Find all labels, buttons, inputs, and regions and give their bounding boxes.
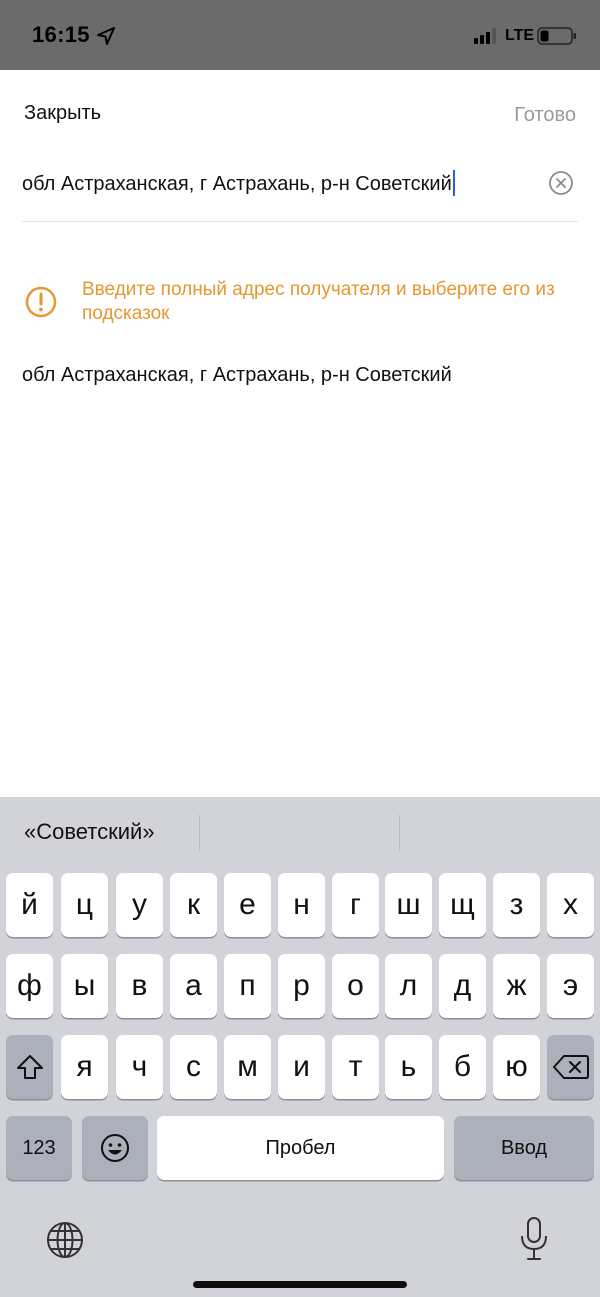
backspace-icon (552, 1055, 589, 1079)
key[interactable]: е (224, 873, 271, 937)
key[interactable]: т (332, 1035, 379, 1099)
warning-message: Введите полный адрес получателя и выбери… (82, 279, 555, 324)
key[interactable]: р (278, 954, 325, 1018)
key[interactable]: ч (116, 1035, 163, 1099)
home-indicator[interactable] (193, 1281, 407, 1288)
emoji-icon (101, 1134, 129, 1162)
key[interactable]: п (224, 954, 271, 1018)
key[interactable]: с (170, 1035, 217, 1099)
key[interactable]: д (439, 954, 486, 1018)
key[interactable]: б (439, 1035, 486, 1099)
key[interactable]: ш (385, 873, 432, 937)
key[interactable]: ц (61, 873, 108, 937)
key[interactable]: щ (439, 873, 486, 937)
key[interactable]: й (6, 873, 53, 937)
key[interactable]: з (493, 873, 540, 937)
emoji-key[interactable] (82, 1116, 148, 1180)
key[interactable]: а (170, 954, 217, 1018)
prediction-divider (399, 815, 400, 851)
shift-icon (16, 1055, 43, 1079)
prediction-1[interactable]: «Советский» (24, 819, 155, 845)
key[interactable]: л (385, 954, 432, 1018)
key[interactable]: н (278, 873, 325, 937)
globe-icon[interactable] (45, 1220, 85, 1260)
key[interactable]: о (332, 954, 379, 1018)
prediction-bar: «Советский» (0, 797, 600, 869)
address-input-row: обл Астраханская, г Астрахань, р-н Совет… (22, 160, 578, 222)
backspace-key[interactable] (547, 1035, 594, 1099)
text-caret (452, 170, 455, 196)
space-key[interactable]: Пробел (157, 1116, 444, 1180)
key[interactable]: у (116, 873, 163, 937)
address-suggestion[interactable]: обл Астраханская, г Астрахань, р-н Совет… (22, 364, 452, 387)
microphone-icon[interactable] (519, 1216, 549, 1262)
numbers-key[interactable]: 123 (6, 1116, 72, 1180)
enter-key[interactable]: Ввод (454, 1116, 594, 1180)
status-time: 16:15 (32, 22, 90, 47)
battery-icon (537, 27, 576, 45)
exclamation-circle-icon (25, 286, 57, 318)
signal-icon (474, 28, 496, 44)
key[interactable]: я (61, 1035, 108, 1099)
key[interactable]: и (278, 1035, 325, 1099)
key[interactable]: ж (493, 954, 540, 1018)
key[interactable]: х (547, 873, 594, 937)
address-input-value: обл Астраханская, г Астрахань, р-н Совет… (22, 173, 452, 195)
key[interactable]: ф (6, 954, 53, 1018)
shift-key[interactable] (6, 1035, 53, 1099)
keyboard: «Советский» й ц у к е н г ш щ з х ф ы в … (0, 797, 600, 1297)
key[interactable]: г (332, 873, 379, 937)
key[interactable]: ю (493, 1035, 540, 1099)
network-label: LTE (505, 27, 535, 44)
prediction-divider (199, 815, 200, 851)
key[interactable]: к (170, 873, 217, 937)
key[interactable]: ы (61, 954, 108, 1018)
status-bar: 16:15 LTE (0, 0, 600, 70)
key[interactable]: м (224, 1035, 271, 1099)
key[interactable]: ь (385, 1035, 432, 1099)
done-button[interactable]: Готово (514, 104, 576, 127)
key[interactable]: в (116, 954, 163, 1018)
close-button[interactable]: Закрыть (24, 102, 101, 125)
location-arrow-icon (97, 27, 115, 45)
key[interactable]: э (547, 954, 594, 1018)
clear-circle-icon[interactable] (548, 170, 574, 196)
address-input[interactable]: обл Астраханская, г Астрахань, р-н Совет… (22, 170, 455, 196)
